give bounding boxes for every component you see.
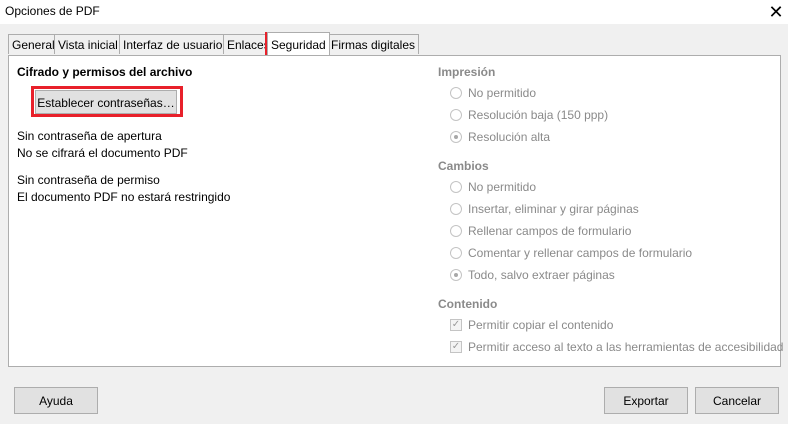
section-heading-changes: Cambios xyxy=(438,159,489,173)
help-button-label: Ayuda xyxy=(39,394,73,408)
help-button[interactable]: Ayuda xyxy=(14,387,98,414)
permission-password-note: El documento PDF no estará restringido xyxy=(17,190,231,204)
dialog-title: Opciones de PDF xyxy=(5,4,100,18)
checkbox-label: Permitir acceso al texto a las herramien… xyxy=(468,340,784,354)
tab-interfaz-de-usuario[interactable]: Interfaz de usuario xyxy=(119,34,227,54)
radio-label: Resolución alta xyxy=(468,130,551,144)
tab-seguridad[interactable]: Seguridad xyxy=(267,32,330,55)
radio-icon xyxy=(450,203,462,215)
radio-icon xyxy=(450,247,462,259)
radio-selected-icon xyxy=(450,131,462,143)
content-option-allow-copy[interactable]: ✓ Permitir copiar el contenido xyxy=(450,317,613,333)
radio-label: Rellenar campos de formulario xyxy=(468,224,632,238)
section-heading-content: Contenido xyxy=(438,297,498,311)
section-heading-encryption: Cifrado y permisos del archivo xyxy=(17,65,193,79)
content-option-accessibility[interactable]: ✓ Permitir acceso al texto a las herrami… xyxy=(450,339,783,355)
checkmark-icon: ✓ xyxy=(450,319,462,331)
radio-icon xyxy=(450,87,462,99)
checkbox-label: Permitir copiar el contenido xyxy=(468,318,614,332)
section-heading-printing: Impresión xyxy=(438,65,496,79)
radio-label: Resolución baja (150 ppp) xyxy=(468,108,609,122)
tab-general[interactable]: General xyxy=(8,34,59,54)
cancel-button[interactable]: Cancelar xyxy=(695,387,779,414)
cancel-button-label: Cancelar xyxy=(712,394,762,408)
export-button-label: Exportar xyxy=(623,394,669,408)
tab-vista-inicial[interactable]: Vista inicial xyxy=(54,34,122,54)
open-password-status: Sin contraseña de apertura xyxy=(17,129,162,143)
radio-label: Todo, salvo extraer páginas xyxy=(468,268,615,282)
printing-option-not-permitted[interactable]: No permitido xyxy=(450,85,536,101)
radio-icon xyxy=(450,181,462,193)
set-passwords-button[interactable]: Establecer contraseñas… xyxy=(35,90,177,114)
checkmark-icon: ✓ xyxy=(450,341,462,353)
changes-option-all-except-extract[interactable]: Todo, salvo extraer páginas xyxy=(450,267,615,283)
radio-label: Insertar, eliminar y girar páginas xyxy=(468,202,639,216)
radio-icon xyxy=(450,225,462,237)
changes-option-insert-delete-rotate[interactable]: Insertar, eliminar y girar páginas xyxy=(450,201,639,217)
open-password-note: No se cifrará el documento PDF xyxy=(17,146,188,160)
changes-option-fill-forms[interactable]: Rellenar campos de formulario xyxy=(450,223,631,239)
changes-option-comment-fill-forms[interactable]: Comentar y rellenar campos de formulario xyxy=(450,245,692,261)
radio-label: No permitido xyxy=(468,180,537,194)
printing-option-high-resolution[interactable]: Resolución alta xyxy=(450,129,550,145)
title-bar: Opciones de PDF ✕ xyxy=(0,0,788,24)
export-button[interactable]: Exportar xyxy=(604,387,688,414)
changes-option-not-permitted[interactable]: No permitido xyxy=(450,179,536,195)
set-passwords-button-label: Establecer contraseñas… xyxy=(37,96,175,110)
radio-label: Comentar y rellenar campos de formulario xyxy=(468,246,693,260)
radio-icon xyxy=(450,109,462,121)
close-icon[interactable]: ✕ xyxy=(764,0,788,24)
radio-label: No permitido xyxy=(468,86,537,100)
radio-selected-icon xyxy=(450,269,462,281)
permission-password-status: Sin contraseña de permiso xyxy=(17,173,160,187)
tab-firmas-digitales[interactable]: Firmas digitales xyxy=(327,34,420,54)
printing-option-low-resolution[interactable]: Resolución baja (150 ppp) xyxy=(450,107,608,123)
